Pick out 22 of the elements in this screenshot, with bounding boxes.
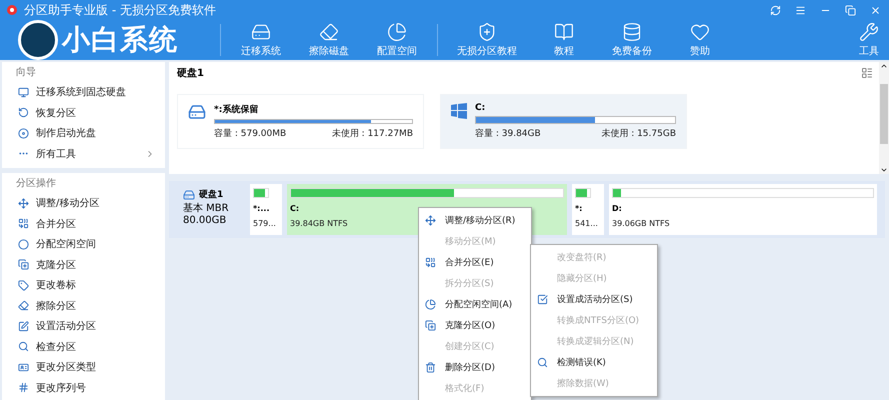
partition-name: *:... (253, 204, 270, 213)
disk-type: 基本 MBR (183, 202, 230, 215)
partition-name: D: (612, 204, 622, 213)
partition-name: C: (475, 103, 486, 113)
logo-text: 小白系统 (62, 22, 178, 58)
partition-size: 39.06GB NTFS (612, 219, 670, 228)
capacity-text: 容量 : 39.84GB (475, 128, 541, 140)
free-text: 未使用 : 117.27MB (332, 128, 413, 140)
disk-size: 80.00GB (183, 215, 228, 226)
partition-name: *:系统保留 (214, 103, 260, 116)
section-title: 向导 (15, 66, 37, 80)
partition-size: 579... (253, 219, 276, 228)
partition-name: *: (575, 204, 582, 213)
disk-title: 硬盘1 (177, 66, 204, 80)
free-text: 未使用 : 15.75GB (601, 128, 676, 140)
partition-name: C: (290, 204, 300, 213)
capacity-text: 容量 : 579.00MB (214, 128, 286, 140)
section-title: 分区操作 (15, 177, 57, 191)
disk-name: 硬盘1 (199, 188, 224, 201)
partition-size: 39.84GB NTFS (290, 219, 348, 228)
window-title: 分区助手专业版 - 无损分区免费软件 (24, 2, 216, 18)
partition-size: 541... (575, 219, 598, 228)
